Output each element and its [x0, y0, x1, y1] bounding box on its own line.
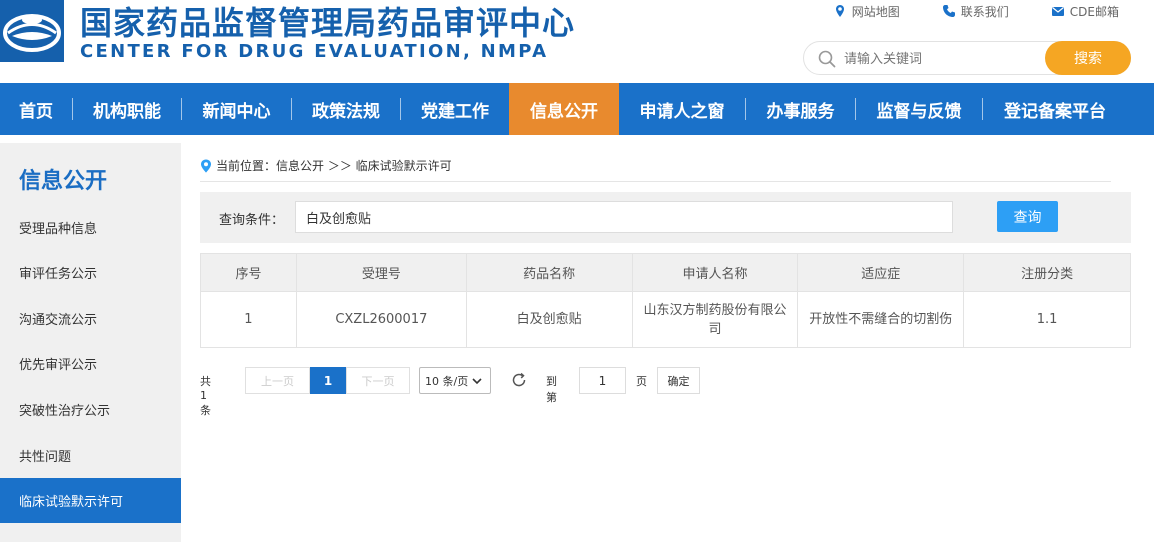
sidebar-item-accepted-varieties[interactable]: 受理品种信息 [0, 205, 181, 250]
site-map-link[interactable]: 网站地图 [833, 2, 900, 20]
breadcrumb: 当前位置：信息公开 ＞＞ 临床试验默示许可 [200, 157, 452, 174]
table-cell: 白及创愈贴 [465, 291, 633, 348]
sidebar-item-review-tasks[interactable]: 审评任务公示 [0, 250, 181, 295]
column-header: 药品名称 [465, 253, 633, 292]
sidebar-title: 信息公开 [19, 169, 108, 194]
jump-prefix: 到第 [546, 375, 557, 404]
sidebar-item-clinical-trial-approval[interactable]: 临床试验默示许可 [0, 478, 181, 523]
refresh-icon[interactable] [510, 371, 528, 389]
query-input[interactable]: 白及创愈贴 [295, 201, 953, 233]
nav-item-party[interactable]: 党建工作 [401, 83, 509, 135]
page-number-current[interactable]: 1 [310, 367, 346, 394]
search-icon [818, 50, 836, 68]
nav-item-feedback[interactable]: 监督与反馈 [856, 83, 982, 135]
page-size-select[interactable]: 10 条/页 [419, 367, 491, 394]
nav-item-functions[interactable]: 机构职能 [73, 83, 181, 135]
cde-mail-link[interactable]: CDE邮箱 [1051, 2, 1119, 20]
jump-suffix: 页 [636, 375, 647, 388]
pagination-total: 共 1 条 [200, 375, 211, 417]
site-search-input[interactable] [844, 48, 1044, 70]
breadcrumb-divider [200, 181, 1111, 182]
map-pin-icon [835, 5, 844, 17]
nmpa-logo[interactable] [0, 0, 64, 62]
table-cell: CXZL2600017 [295, 291, 467, 348]
column-header: 注册分类 [963, 253, 1131, 292]
nav-item-registration[interactable]: 登记备案平台 [983, 83, 1127, 135]
column-header: 受理号 [295, 253, 467, 292]
site-header: 国家药品监督管理局药品审评中心 CENTER FOR DRUG EVALUATI… [0, 0, 1154, 83]
nav-item-news[interactable]: 新闻中心 [182, 83, 291, 135]
site-title-cn: 国家药品监督管理局药品审评中心 [80, 4, 576, 42]
nav-item-home[interactable]: 首页 [0, 83, 72, 135]
sidebar-item-common-issues[interactable]: 共性问题 [0, 433, 181, 478]
table-cell: 1.1 [963, 291, 1131, 348]
sidebar: 信息公开 受理品种信息 审评任务公示 沟通交流公示 优先审评公示 突破性治疗公示… [0, 143, 181, 542]
top-links: 网站地图 联系我们 CDE邮箱 [791, 2, 1119, 20]
cde-mail-label: CDE邮箱 [1069, 4, 1119, 19]
chevron-down-icon [472, 377, 482, 384]
table-cell: 山东汉方制药股份有限公司 [631, 291, 799, 348]
sidebar-item-priority-review[interactable]: 优先审评公示 [0, 341, 181, 386]
column-header: 序号 [200, 253, 297, 292]
query-label: 查询条件： [219, 213, 285, 228]
next-page-button[interactable]: 下一页 [346, 367, 410, 394]
contact-link[interactable]: 联系我们 [942, 2, 1009, 20]
jump-confirm-button[interactable]: 确定 [657, 367, 700, 394]
location-pin-icon [201, 159, 211, 172]
main-content: 当前位置：信息公开 ＞＞ 临床试验默示许可 查询条件： 白及创愈贴 查询 序号 … [181, 143, 1154, 542]
column-header: 申请人名称 [631, 253, 799, 292]
page-size-value: 10 条/页 [425, 374, 469, 388]
site-search: 搜索 [803, 41, 1131, 75]
contact-label: 联系我们 [960, 4, 1009, 19]
table-row[interactable]: 1 CXZL2600017 白及创愈贴 山东汉方制药股份有限公司 开放性不需缝合… [200, 291, 1131, 348]
results-table: 序号 受理号 药品名称 申请人名称 适应症 注册分类 1 CXZL2600017… [200, 253, 1131, 348]
site-map-label: 网站地图 [851, 4, 900, 19]
nav-item-applicant[interactable]: 申请人之窗 [619, 83, 745, 135]
table-header-row: 序号 受理号 药品名称 申请人名称 适应症 注册分类 [200, 253, 1131, 292]
sidebar-item-breakthrough[interactable]: 突破性治疗公示 [0, 387, 181, 432]
query-button[interactable]: 查询 [997, 201, 1058, 232]
query-bar: 查询条件： 白及创愈贴 查询 [200, 192, 1131, 243]
phone-icon [942, 5, 955, 17]
sidebar-item-communication[interactable]: 沟通交流公示 [0, 296, 181, 341]
nav-item-policies[interactable]: 政策法规 [292, 83, 400, 135]
nav-item-info-disclosure[interactable]: 信息公开 [509, 83, 619, 135]
site-title-en: CENTER FOR DRUG EVALUATION, NMPA [80, 41, 549, 62]
breadcrumb-text: 当前位置：信息公开 ＞＞ 临床试验默示许可 [216, 159, 452, 173]
table-cell: 开放性不需缝合的切割伤 [797, 291, 965, 348]
prev-page-button[interactable]: 上一页 [245, 367, 310, 394]
mail-icon [1051, 7, 1064, 16]
site-search-button[interactable]: 搜索 [1045, 41, 1131, 75]
table-cell: 1 [200, 291, 297, 348]
nav-item-services[interactable]: 办事服务 [746, 83, 855, 135]
column-header: 适应症 [797, 253, 965, 292]
main-nav: 首页 机构职能 新闻中心 政策法规 党建工作 信息公开 申请人之窗 办事服务 监… [0, 83, 1154, 135]
jump-page-input[interactable]: 1 [579, 367, 626, 394]
